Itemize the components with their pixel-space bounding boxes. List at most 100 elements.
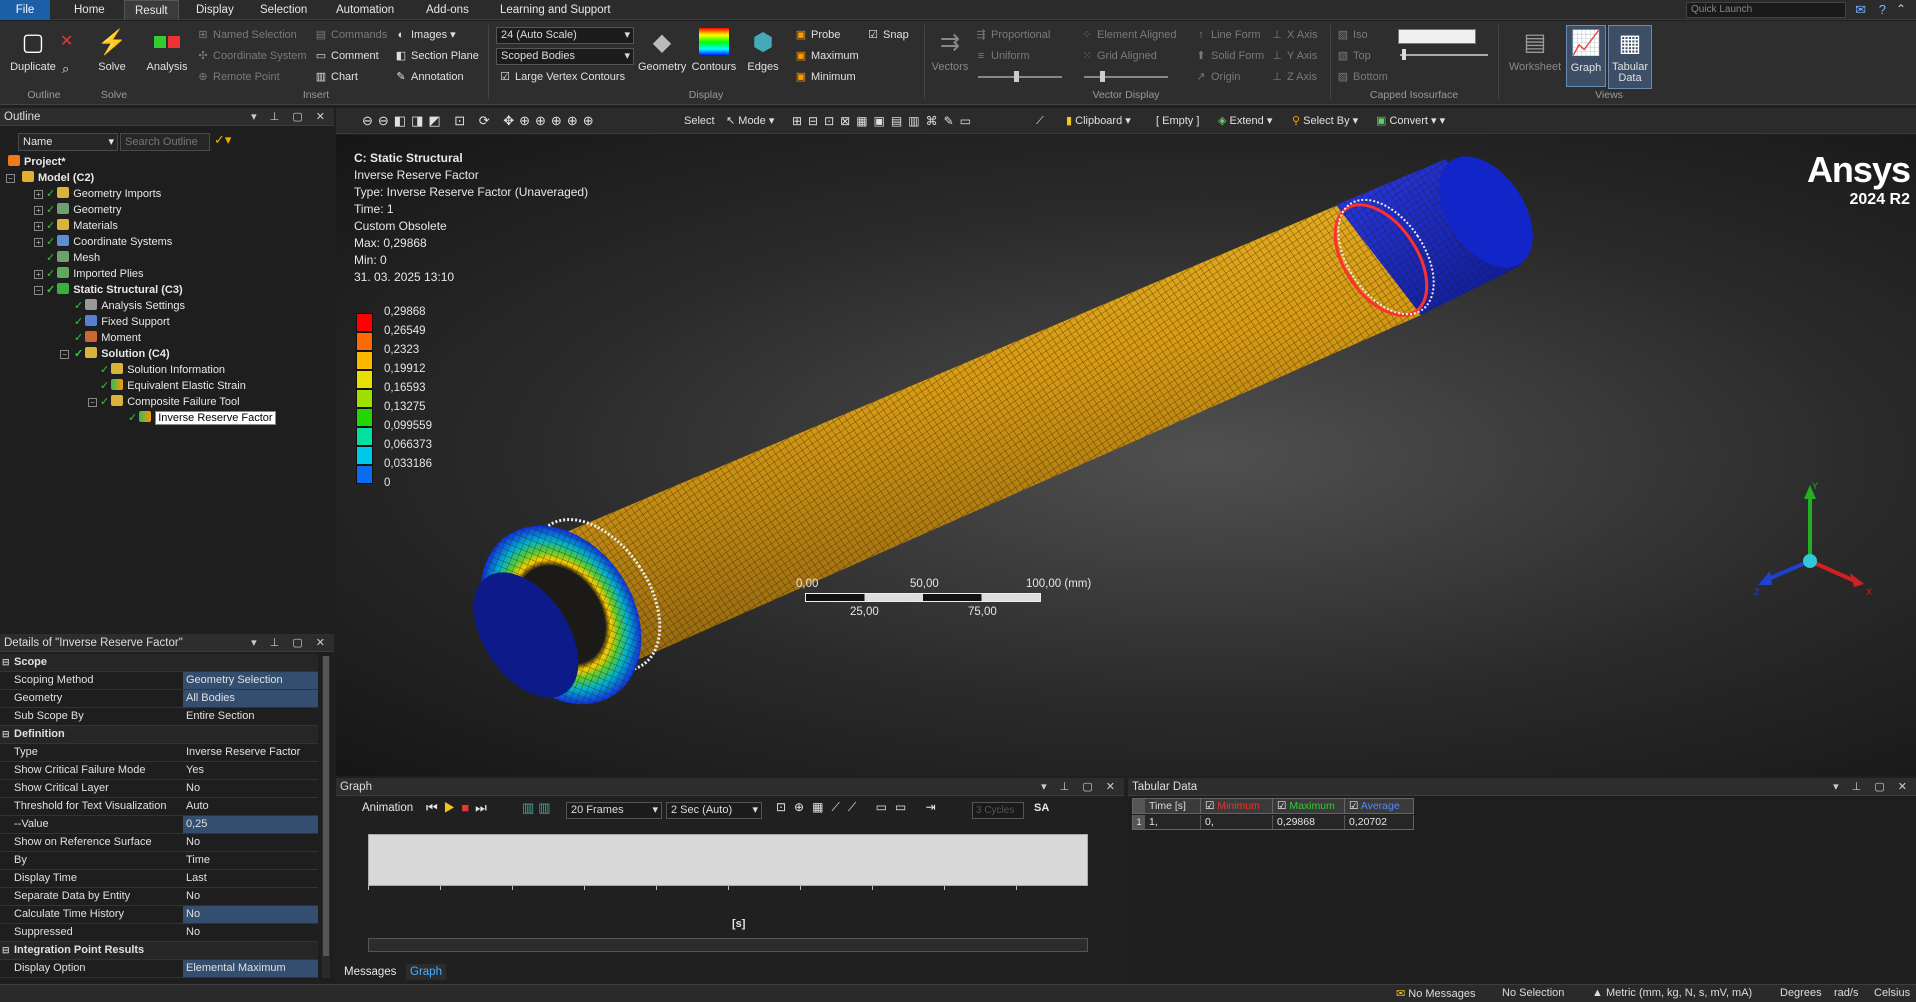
bottom-button[interactable]: ▨ Bottom xyxy=(1336,69,1388,86)
section-plane-button[interactable]: ◧ Section Plane xyxy=(394,48,479,65)
collapse-icon[interactable]: − xyxy=(60,350,69,359)
details-row[interactable]: --Value 0,25 xyxy=(0,816,318,834)
time-column-header[interactable]: Time [s] xyxy=(1147,799,1201,813)
maximum-button[interactable]: ▣ Maximum xyxy=(794,48,859,65)
scope-combo[interactable]: Scoped Bodies ▾ xyxy=(496,48,634,65)
ribbon-collapse-icon[interactable]: ⌃ xyxy=(1896,2,1906,16)
solve-button[interactable]: ⚡ Solve xyxy=(90,25,134,74)
details-scrollbar[interactable] xyxy=(322,656,330,978)
details-value[interactable]: Inverse Reserve Factor xyxy=(183,744,318,761)
tree-item-materials[interactable]: ✓ Materials xyxy=(46,218,118,234)
extend-button[interactable]: ◈ Extend ▾ xyxy=(1218,112,1272,130)
select-by-button[interactable]: ⚲ Select By ▾ xyxy=(1292,112,1358,130)
details-value[interactable]: Geometry Selection xyxy=(183,672,318,689)
tab-addons[interactable]: Add-ons xyxy=(416,0,479,20)
tree-item-mesh[interactable]: ✓ Mesh xyxy=(46,250,100,266)
comment-button[interactable]: ▭ Comment xyxy=(314,48,379,65)
grid-density-slider[interactable] xyxy=(1084,76,1168,78)
details-value[interactable]: No xyxy=(183,780,318,797)
expand-icon[interactable]: + xyxy=(34,238,43,247)
tree-item-analysis-settings[interactable]: ✓ Analysis Settings xyxy=(74,298,185,314)
slider-thumb[interactable] xyxy=(1402,49,1406,60)
details-value[interactable]: Auto xyxy=(183,798,318,815)
file-menu[interactable]: File xyxy=(0,0,50,20)
first-frame-icon[interactable]: ⏮ xyxy=(426,800,444,815)
uniform-button[interactable]: ≡ Uniform xyxy=(974,48,1030,65)
collapse-icon[interactable]: − xyxy=(88,398,97,407)
checkbox-checked-icon[interactable]: ☑ xyxy=(1349,800,1358,812)
grid-aligned-button[interactable]: ⁙ Grid Aligned xyxy=(1080,48,1157,65)
snap-checkbox[interactable]: ☑ Snap xyxy=(866,27,909,44)
details-row[interactable]: Type Inverse Reserve Factor xyxy=(0,744,318,762)
animation-controls[interactable]: ⏮▶■⏭ xyxy=(426,800,493,816)
minimum-button[interactable]: ▣ Minimum xyxy=(794,69,856,86)
tree-item-project[interactable]: Project* xyxy=(8,154,66,170)
remote-point-button[interactable]: ⊕ Remote Point xyxy=(196,69,279,86)
graph-toolbar-icon[interactable]: ⟋ xyxy=(1036,112,1044,130)
vector-length-slider[interactable] xyxy=(978,76,1062,78)
name-filter-combo[interactable]: Name ▾ xyxy=(18,133,118,151)
z-axis-button[interactable]: ⊥ Z Axis xyxy=(1270,69,1317,86)
details-row[interactable]: Threshold for Text Visualization Auto xyxy=(0,798,318,816)
details-row[interactable]: Separate Data by Entity No xyxy=(0,888,318,906)
details-row[interactable]: Show Critical Failure Mode Yes xyxy=(0,762,318,780)
tree-item-solution-information[interactable]: ✓ Solution Information xyxy=(100,362,225,378)
isosurface-value-input[interactable] xyxy=(1398,29,1476,44)
tabular-data-button[interactable]: ▦ Tabular Data xyxy=(1608,25,1652,89)
tree-item-model[interactable]: Model (C2) xyxy=(22,170,94,186)
tree-item-imported-plies[interactable]: ✓ Imported Plies xyxy=(46,266,144,282)
details-row[interactable]: Scoping Method Geometry Selection xyxy=(0,672,318,690)
details-category[interactable]: ⊟ Definition xyxy=(0,726,318,744)
timeline-scrollbar[interactable] xyxy=(368,938,1088,952)
tab-result[interactable]: Result xyxy=(124,0,179,20)
iso-button[interactable]: ▨ Iso xyxy=(1336,27,1368,44)
zoom-toolbar-icons[interactable]: ⊖⊖◧◨◩ ⊡ ⟳ ✥⊕⊕⊕⊕⊕ xyxy=(362,112,599,130)
details-category[interactable]: ⊟ Integration Point Results xyxy=(0,942,318,960)
details-row[interactable]: Suppressed No xyxy=(0,924,318,942)
details-value[interactable]: 0,25 xyxy=(183,816,318,833)
duration-combo[interactable]: 2 Sec (Auto) ▾ xyxy=(666,802,762,819)
geometry-button[interactable]: ◆ Geometry xyxy=(638,25,686,74)
last-frame-icon[interactable]: ⏭ xyxy=(475,800,493,815)
angle-units[interactable]: Degrees xyxy=(1780,987,1822,999)
expand-icon[interactable]: + xyxy=(34,190,43,199)
graph-button[interactable]: 📈 Graph xyxy=(1566,25,1606,87)
collapse-icon[interactable]: ⊟ xyxy=(2,654,10,671)
messages-tab[interactable]: Messages xyxy=(344,966,396,978)
origin-button[interactable]: ↗ Origin xyxy=(1194,69,1240,86)
tab-automation[interactable]: Automation xyxy=(326,0,404,20)
chart-button[interactable]: ▥ Chart xyxy=(314,69,358,86)
y-axis-button[interactable]: ⊥ Y Axis xyxy=(1270,48,1317,65)
checkbox-checked-icon[interactable]: ☑ xyxy=(1277,800,1286,812)
help-icon[interactable]: ? xyxy=(1879,2,1886,17)
graph-plot-area[interactable] xyxy=(368,834,1088,886)
solid-form-button[interactable]: ⬆ Solid Form xyxy=(1194,48,1264,65)
graph-tool-icons[interactable]: ⊡⊕▦⟋⟋ ▭▭ ⇥ xyxy=(776,800,944,815)
vectors-button[interactable]: ⇉ Vectors xyxy=(928,25,972,74)
collapse-icon[interactable]: − xyxy=(6,174,15,183)
temperature-units[interactable]: Celsius xyxy=(1874,987,1910,999)
stop-icon[interactable]: ■ xyxy=(461,800,475,815)
convert-button[interactable]: ▣ Convert ▾ ▾ xyxy=(1376,112,1445,130)
details-value[interactable]: No xyxy=(183,888,318,905)
selection-filter-icons[interactable]: ⊞⊟⊡⊠▦▣▤▥⌘✎▭ xyxy=(792,112,977,130)
details-row[interactable]: Show on Reference Surface No xyxy=(0,834,318,852)
panel-controls[interactable]: ▾ ⊥ ▢ ✕ xyxy=(251,634,330,652)
graph-tab[interactable]: Graph xyxy=(406,964,446,980)
tree-item-geometry[interactable]: ✓ Geometry xyxy=(46,202,122,218)
tab-home[interactable]: Home xyxy=(64,0,115,20)
messages-status[interactable]: ✉ No Messages xyxy=(1396,987,1476,1000)
slider-thumb[interactable] xyxy=(1014,71,1019,82)
details-row[interactable]: Calculate Time History No xyxy=(0,906,318,924)
details-value[interactable]: All Bodies xyxy=(183,690,318,707)
rotation-units[interactable]: rad/s xyxy=(1834,987,1858,999)
details-value[interactable]: Time xyxy=(183,852,318,869)
isosurface-slider[interactable] xyxy=(1400,54,1488,56)
tree-item-inverse-reserve-factor[interactable]: ✓ Inverse Reserve Factor xyxy=(128,410,276,426)
3d-viewport[interactable]: C: Static Structural Inverse Reserve Fac… xyxy=(336,135,1916,776)
top-button[interactable]: ▨ Top xyxy=(1336,48,1371,65)
tab-learning[interactable]: Learning and Support xyxy=(490,0,621,20)
collapse-icon[interactable]: − xyxy=(34,286,43,295)
expand-icon[interactable]: + xyxy=(34,270,43,279)
collapse-icon[interactable]: ⊟ xyxy=(2,726,10,743)
